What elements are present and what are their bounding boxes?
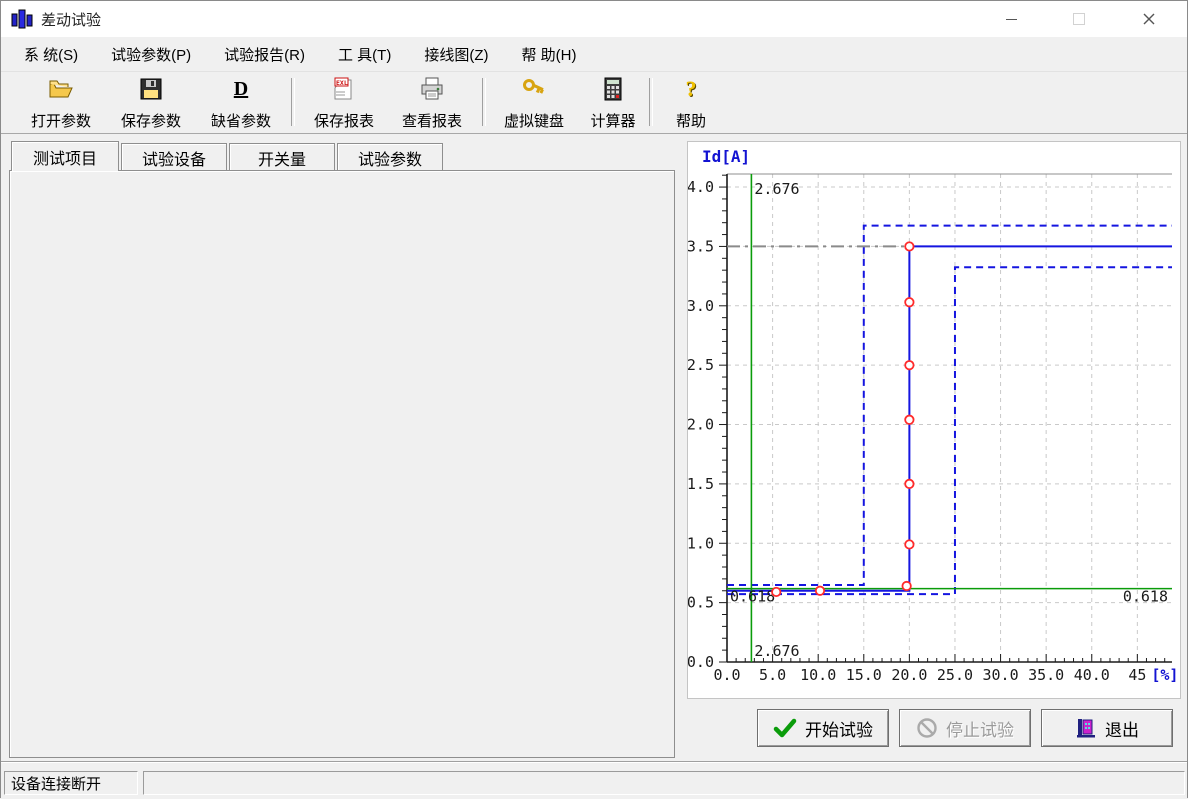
- calculator-icon: [599, 75, 627, 103]
- svg-text:15.0: 15.0: [846, 666, 882, 684]
- tab-switch-values[interactable]: 开关量: [229, 143, 335, 171]
- app-icon: [11, 8, 33, 30]
- svg-text:2.0: 2.0: [688, 416, 714, 434]
- svg-text:0.0: 0.0: [713, 666, 740, 684]
- toolbar-separator: [291, 78, 295, 126]
- menu-system[interactable]: 系 统(S): [24, 44, 78, 65]
- svg-text:0.0: 0.0: [688, 653, 714, 671]
- svg-text:3.0: 3.0: [688, 297, 714, 315]
- app-window: 差动试验 系 统(S) 试验参数(P) 试验报告(R) 工 具(T) 接线图(Z…: [0, 0, 1188, 798]
- help-icon: ?: [677, 75, 705, 103]
- status-divider: [1, 761, 1187, 763]
- svg-text:45: 45: [1128, 666, 1146, 684]
- title-bar: 差动试验: [1, 1, 1187, 37]
- toolbar-separator: [649, 78, 653, 126]
- status-panel-secondary: [143, 771, 1185, 795]
- save-report-button[interactable]: EXL 保存报表: [308, 75, 380, 131]
- svg-text:2.676: 2.676: [754, 642, 799, 660]
- status-bar: 设备连接断开: [1, 764, 1187, 799]
- default-params-icon: D: [227, 75, 255, 103]
- menu-bar: 系 统(S) 试验参数(P) 试验报告(R) 工 具(T) 接线图(Z) 帮 助…: [1, 37, 1187, 71]
- save-report-icon: EXL: [330, 75, 358, 103]
- svg-text:20.0: 20.0: [891, 666, 927, 684]
- calculator-button[interactable]: 计算器: [585, 75, 641, 131]
- svg-text:2.5: 2.5: [688, 356, 714, 374]
- svg-text:25.0: 25.0: [937, 666, 973, 684]
- characteristic-chart: 0.0 5.0 10.0 15.0 20.0 25.0 30.0 35.0 40.0 45 0.0 0…: [688, 142, 1180, 698]
- calculator-label: 计算器: [590, 110, 635, 131]
- menu-test-report[interactable]: 试验报告(R): [224, 44, 305, 65]
- svg-text:0.5: 0.5: [688, 594, 714, 612]
- svg-text:2.676: 2.676: [754, 180, 799, 198]
- stop-icon: [916, 717, 938, 739]
- menu-wiring-diagram[interactable]: 接线图(Z): [424, 44, 488, 65]
- virtual-keyboard-label: 虚拟键盘: [504, 110, 564, 131]
- svg-text:1.5: 1.5: [688, 475, 714, 493]
- svg-text:1.0: 1.0: [688, 534, 714, 552]
- svg-text:Id[A]: Id[A]: [702, 147, 750, 166]
- view-report-button[interactable]: 查看报表: [396, 75, 468, 131]
- exit-icon: [1075, 717, 1097, 739]
- toolbar-separator: [482, 78, 486, 126]
- characteristic-chart-panel: 0.0 5.0 10.0 15.0 20.0 25.0 30.0 35.0 40.0 45 0.0 0…: [687, 141, 1181, 699]
- start-test-button[interactable]: 开始试验: [757, 709, 889, 747]
- minimize-button[interactable]: [988, 1, 1034, 37]
- window-title: 差动试验: [41, 9, 101, 30]
- svg-text:0.618: 0.618: [730, 588, 775, 606]
- tab-page-test-items: [9, 170, 675, 758]
- open-params-label: 打开参数: [31, 110, 91, 131]
- open-params-button[interactable]: 打开参数: [25, 75, 97, 131]
- save-params-label: 保存参数: [121, 110, 181, 131]
- svg-text:[%]: [%]: [1151, 666, 1178, 684]
- svg-text:30.0: 30.0: [983, 666, 1019, 684]
- virtual-keyboard-icon: [520, 75, 548, 103]
- help-label: 帮助: [676, 110, 706, 131]
- save-params-button[interactable]: 保存参数: [115, 75, 187, 131]
- view-report-label: 查看报表: [402, 110, 462, 131]
- save-floppy-icon: [137, 75, 165, 103]
- svg-text:40.0: 40.0: [1074, 666, 1110, 684]
- maximize-icon: [1073, 13, 1085, 25]
- maximize-button[interactable]: [1056, 1, 1102, 37]
- open-folder-icon: [47, 75, 75, 103]
- tab-test-equipment[interactable]: 试验设备: [121, 143, 227, 171]
- connection-status: 设备连接断开: [4, 771, 138, 795]
- check-icon: [773, 717, 797, 739]
- svg-text:3.5: 3.5: [688, 237, 714, 255]
- svg-text:5.0: 5.0: [759, 666, 786, 684]
- svg-text:4.0: 4.0: [688, 178, 714, 196]
- save-report-label: 保存报表: [314, 110, 374, 131]
- tab-test-items[interactable]: 测试项目: [11, 141, 119, 171]
- menu-help[interactable]: 帮 助(H): [521, 44, 576, 65]
- close-button[interactable]: [1126, 1, 1172, 37]
- svg-text:35.0: 35.0: [1028, 666, 1064, 684]
- help-button[interactable]: ? 帮助: [669, 75, 713, 131]
- menu-test-params[interactable]: 试验参数(P): [111, 44, 191, 65]
- toolbar: 打开参数 保存参数 D 缺省参数 EXL 保存报表 查看报表: [1, 71, 1187, 134]
- tab-test-params[interactable]: 试验参数: [337, 143, 443, 171]
- svg-text:0.618: 0.618: [1123, 588, 1168, 606]
- exit-button[interactable]: 退出: [1041, 709, 1173, 747]
- view-report-icon: [418, 75, 446, 103]
- default-params-label: 缺省参数: [211, 110, 271, 131]
- virtual-keyboard-button[interactable]: 虚拟键盘: [498, 75, 570, 131]
- minimize-icon: [1006, 19, 1017, 20]
- menu-tools[interactable]: 工 具(T): [338, 44, 391, 65]
- tab-control: 测试项目 试验设备 开关量 试验参数: [9, 141, 675, 758]
- stop-test-button: 停止试验: [899, 709, 1031, 747]
- svg-text:10.0: 10.0: [800, 666, 836, 684]
- svg-text:EXL: EXL: [336, 79, 348, 87]
- close-icon: [1143, 13, 1155, 25]
- default-params-button[interactable]: D 缺省参数: [205, 75, 277, 131]
